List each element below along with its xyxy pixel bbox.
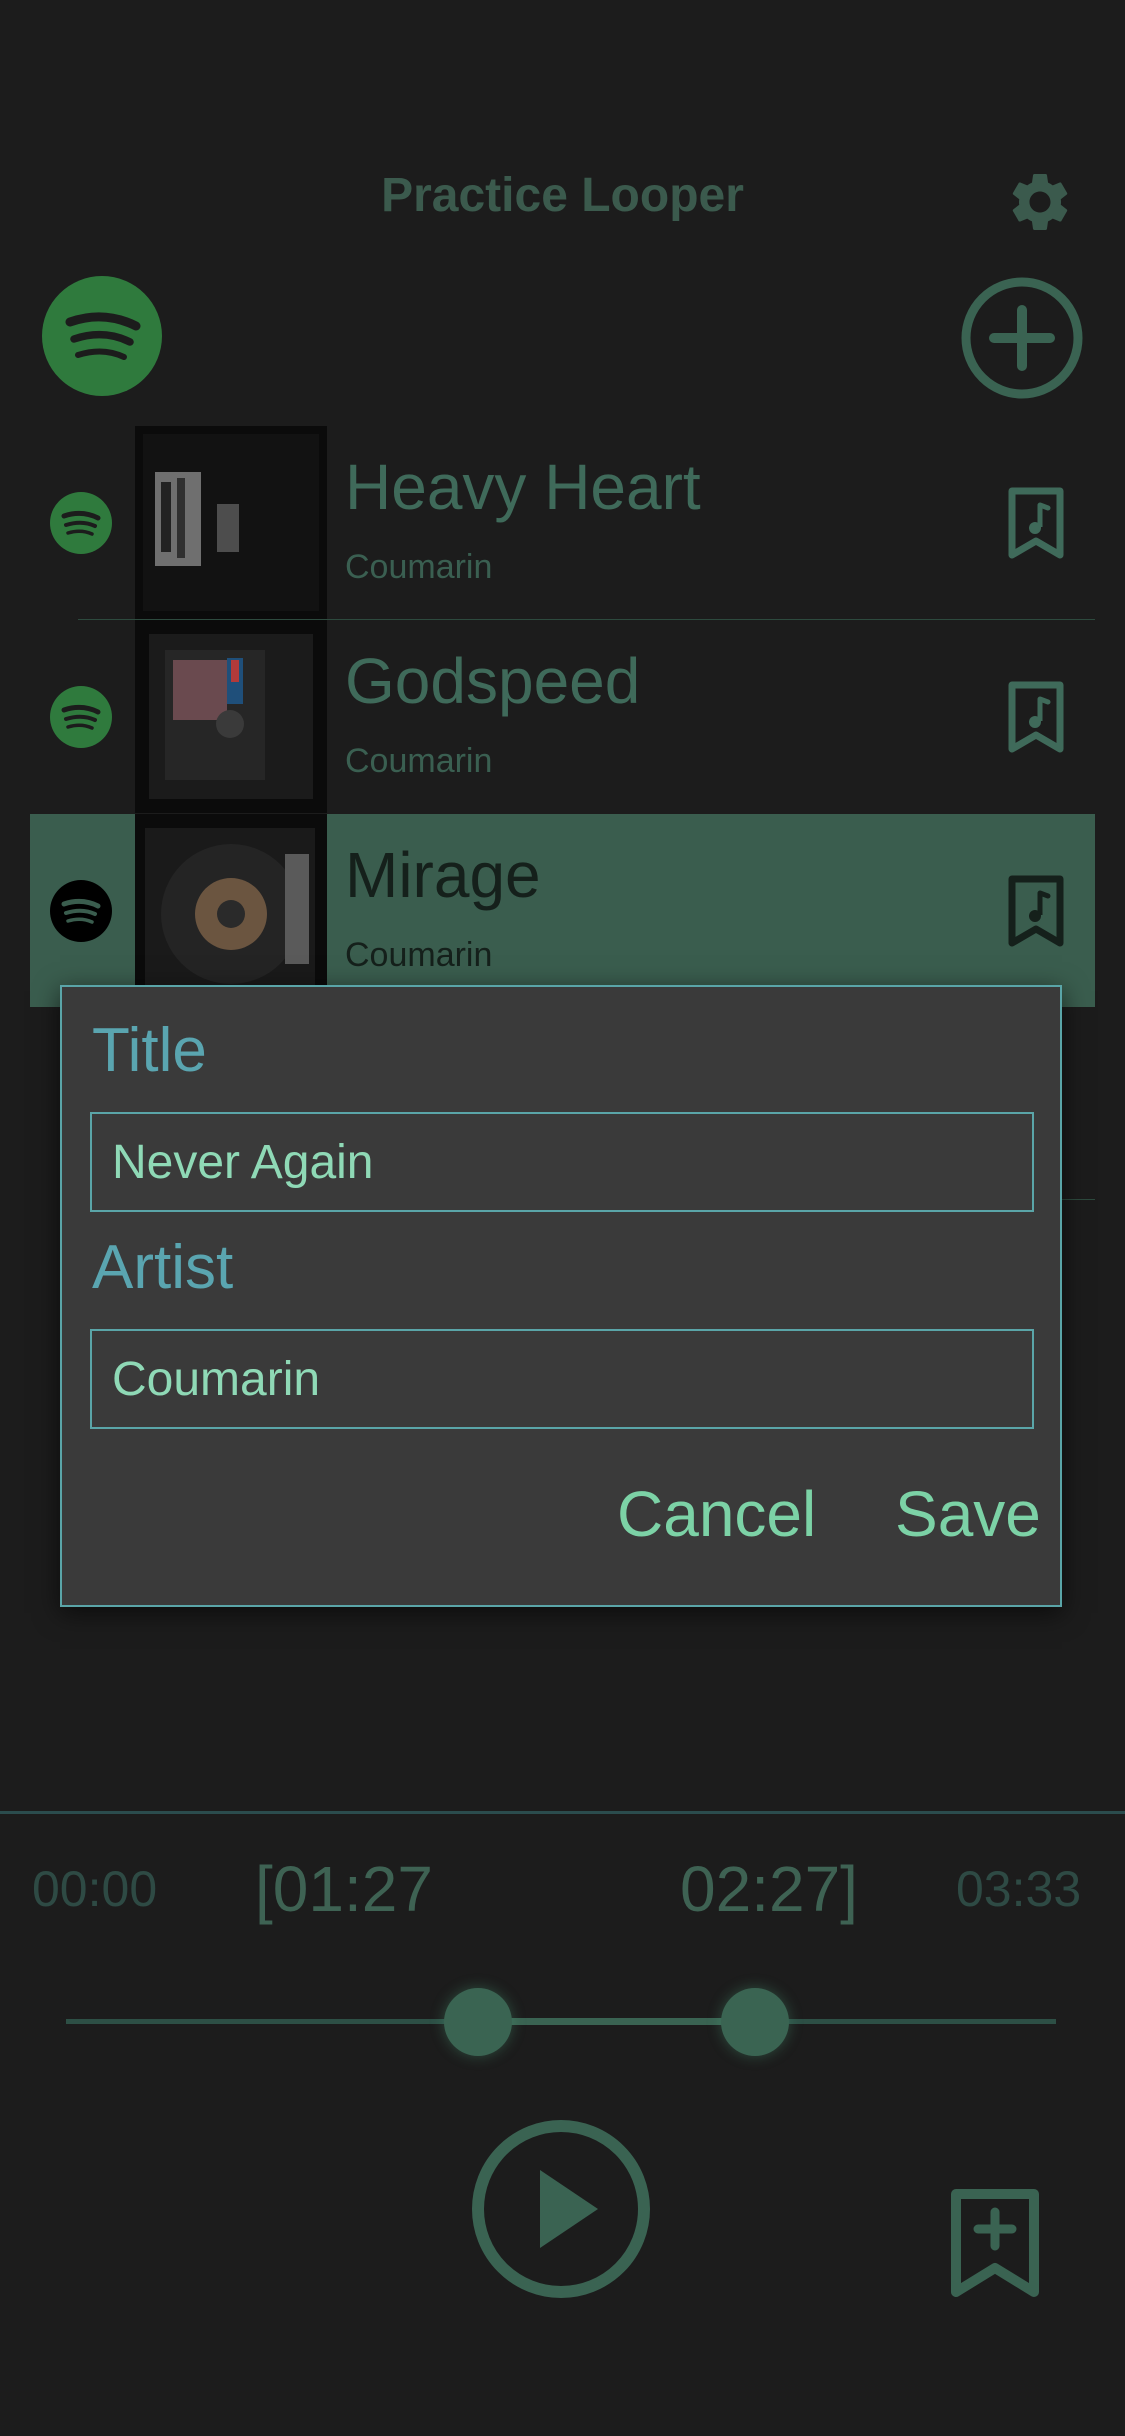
loop-end-time: 02:27] <box>680 1853 858 1925</box>
bookmark-music-icon[interactable] <box>1008 487 1064 559</box>
song-title: Heavy Heart <box>345 451 701 523</box>
end-time: 03:33 <box>956 1861 1082 1917</box>
loop-range-fill <box>478 2018 755 2025</box>
cancel-button[interactable]: Cancel <box>617 1477 816 1551</box>
song-artist: Coumarin <box>345 548 493 586</box>
loop-end-handle[interactable] <box>721 1988 789 2056</box>
album-art <box>135 426 327 619</box>
bookmark-music-icon[interactable] <box>1008 875 1064 947</box>
save-button[interactable]: Save <box>895 1477 1041 1551</box>
plus-circle-icon[interactable] <box>960 276 1084 400</box>
start-time: 00:00 <box>32 1861 158 1917</box>
spotify-icon <box>50 686 112 748</box>
album-art <box>135 814 327 1007</box>
song-title: Godspeed <box>345 645 641 717</box>
spotify-icon <box>50 492 112 554</box>
play-circle-icon[interactable] <box>470 2118 652 2300</box>
artist-input[interactable] <box>90 1329 1034 1429</box>
song-artist: Coumarin <box>345 936 493 974</box>
edit-song-dialog: Title Artist Cancel Save <box>60 985 1062 1607</box>
spotify-icon <box>50 880 112 942</box>
bookmark-plus-icon[interactable] <box>950 2188 1040 2298</box>
spotify-icon[interactable] <box>42 276 162 396</box>
artist-label: Artist <box>92 1233 234 1302</box>
song-artist: Coumarin <box>345 742 493 780</box>
loop-start-handle[interactable] <box>444 1988 512 2056</box>
bookmark-music-icon[interactable] <box>1008 681 1064 753</box>
page-title: Practice Looper <box>381 169 744 222</box>
gear-icon[interactable] <box>1005 167 1075 237</box>
player-divider <box>0 1811 1125 1814</box>
album-art <box>135 620 327 813</box>
loop-start-time: [01:27 <box>255 1853 433 1925</box>
title-input[interactable] <box>90 1112 1034 1212</box>
song-title: Mirage <box>345 839 541 911</box>
title-label: Title <box>92 1016 207 1085</box>
